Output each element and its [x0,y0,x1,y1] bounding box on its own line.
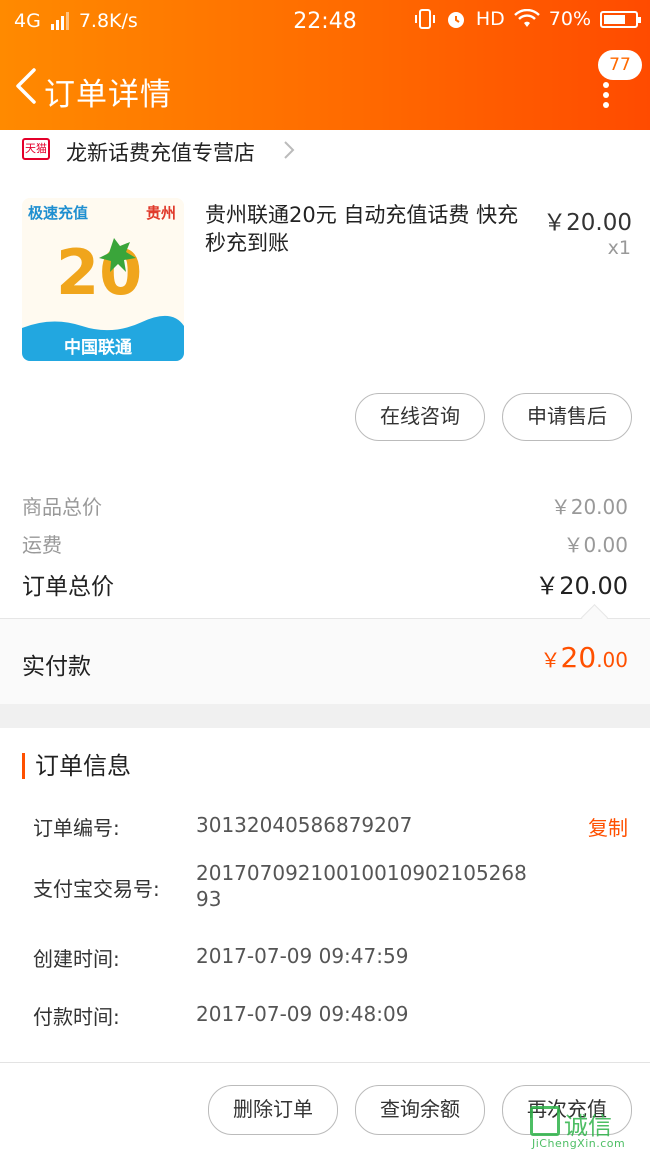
shop-name: 龙新话费充值专营店 [66,141,255,165]
product-image[interactable]: 极速充值 贵州 20 中国联通 [22,198,184,361]
card-amount: 20 [56,236,142,309]
battery-fill [604,14,625,24]
goods-total-label: 商品总价 [22,495,102,519]
payment-time-label: 付款时间: [33,1005,120,1029]
product-price: ￥20.00 [543,210,632,236]
paid-integer: 20 [560,641,597,674]
battery-percent: 70% [548,8,591,30]
shipping-value: ￥0.00 [563,533,628,557]
more-options-icon[interactable] [602,82,610,108]
message-count-badge[interactable]: 77 [598,50,642,80]
card-brand: 中国联通 [64,337,132,357]
recharge-card-graphic: 极速充值 贵州 20 中国联通 [22,198,184,361]
hd-indicator: HD [475,8,505,30]
paid-decimal: .00 [596,648,628,672]
chevron-right-icon [284,141,295,159]
payment-time-value: 2017-07-09 09:48:09 [196,1002,409,1026]
tmall-icon: 天猫 [22,138,50,160]
created-time-label: 创建时间: [33,947,120,971]
back-arrow-icon[interactable] [12,66,42,106]
created-time-value: 2017-07-09 09:47:59 [196,944,409,968]
order-total-label: 订单总价 [22,574,114,600]
section-divider [0,704,650,728]
product-quantity: x1 [607,237,631,259]
order-total-value: ￥20.00 [535,572,628,600]
card-tag-left: 极速充值 [28,204,88,222]
alipay-trade-number-label: 支付宝交易号: [33,877,160,901]
nav-bar: 订单详情 77 [0,44,650,130]
delete-order-button[interactable]: 删除订单 [208,1085,338,1135]
page-title: 订单详情 [44,77,172,113]
paid-currency: ￥ [540,648,561,672]
copy-order-number-button[interactable]: 复制 [588,812,628,841]
battery-icon [600,10,641,28]
vibrate-icon [414,9,435,29]
order-number-label: 订单编号: [33,816,120,840]
online-consult-button[interactable]: 在线咨询 [355,393,485,441]
card-tag-right: 贵州 [146,204,176,222]
watermark-text: 诚信 [564,1112,612,1140]
bottom-action-bar: 删除订单 查询余额 再次充值 诚信 JiChengXin.com [0,1062,650,1156]
product-title[interactable]: 贵州联通20元 自动充值话费 快充秒充到账 [205,201,535,257]
shipping-label: 运费 [22,533,62,557]
status-bar: 4G 7.8K/s 22:48 HD 70% [0,0,650,44]
wifi-icon [513,9,540,27]
status-right: HD 70% [414,8,641,30]
amount-paid-value: ￥20.00 [541,641,628,674]
amount-paid-box: 实付款 ￥20.00 [0,618,650,705]
top-bar: 4G 7.8K/s 22:48 HD 70% 订单详情 77 [0,0,650,130]
check-balance-button[interactable]: 查询余额 [355,1085,485,1135]
watermark-url: JiChengXin.com [532,1137,626,1150]
watermark-logo-icon [530,1106,560,1136]
amount-paid-label: 实付款 [22,654,91,680]
after-sales-button[interactable]: 申请售后 [502,393,632,441]
alipay-trade-number-value: 20170709210010010902105268 93 [196,861,527,911]
shop-row[interactable]: 天猫 龙新话费充值专营店 [0,130,650,172]
site-watermark: 诚信 JiChengXin.com [530,1106,642,1152]
goods-total-value: ￥20.00 [550,495,628,519]
order-info-heading: 订单信息 [22,753,131,779]
alarm-icon [447,12,464,28]
order-number-value: 30132040586879207 [196,813,413,837]
